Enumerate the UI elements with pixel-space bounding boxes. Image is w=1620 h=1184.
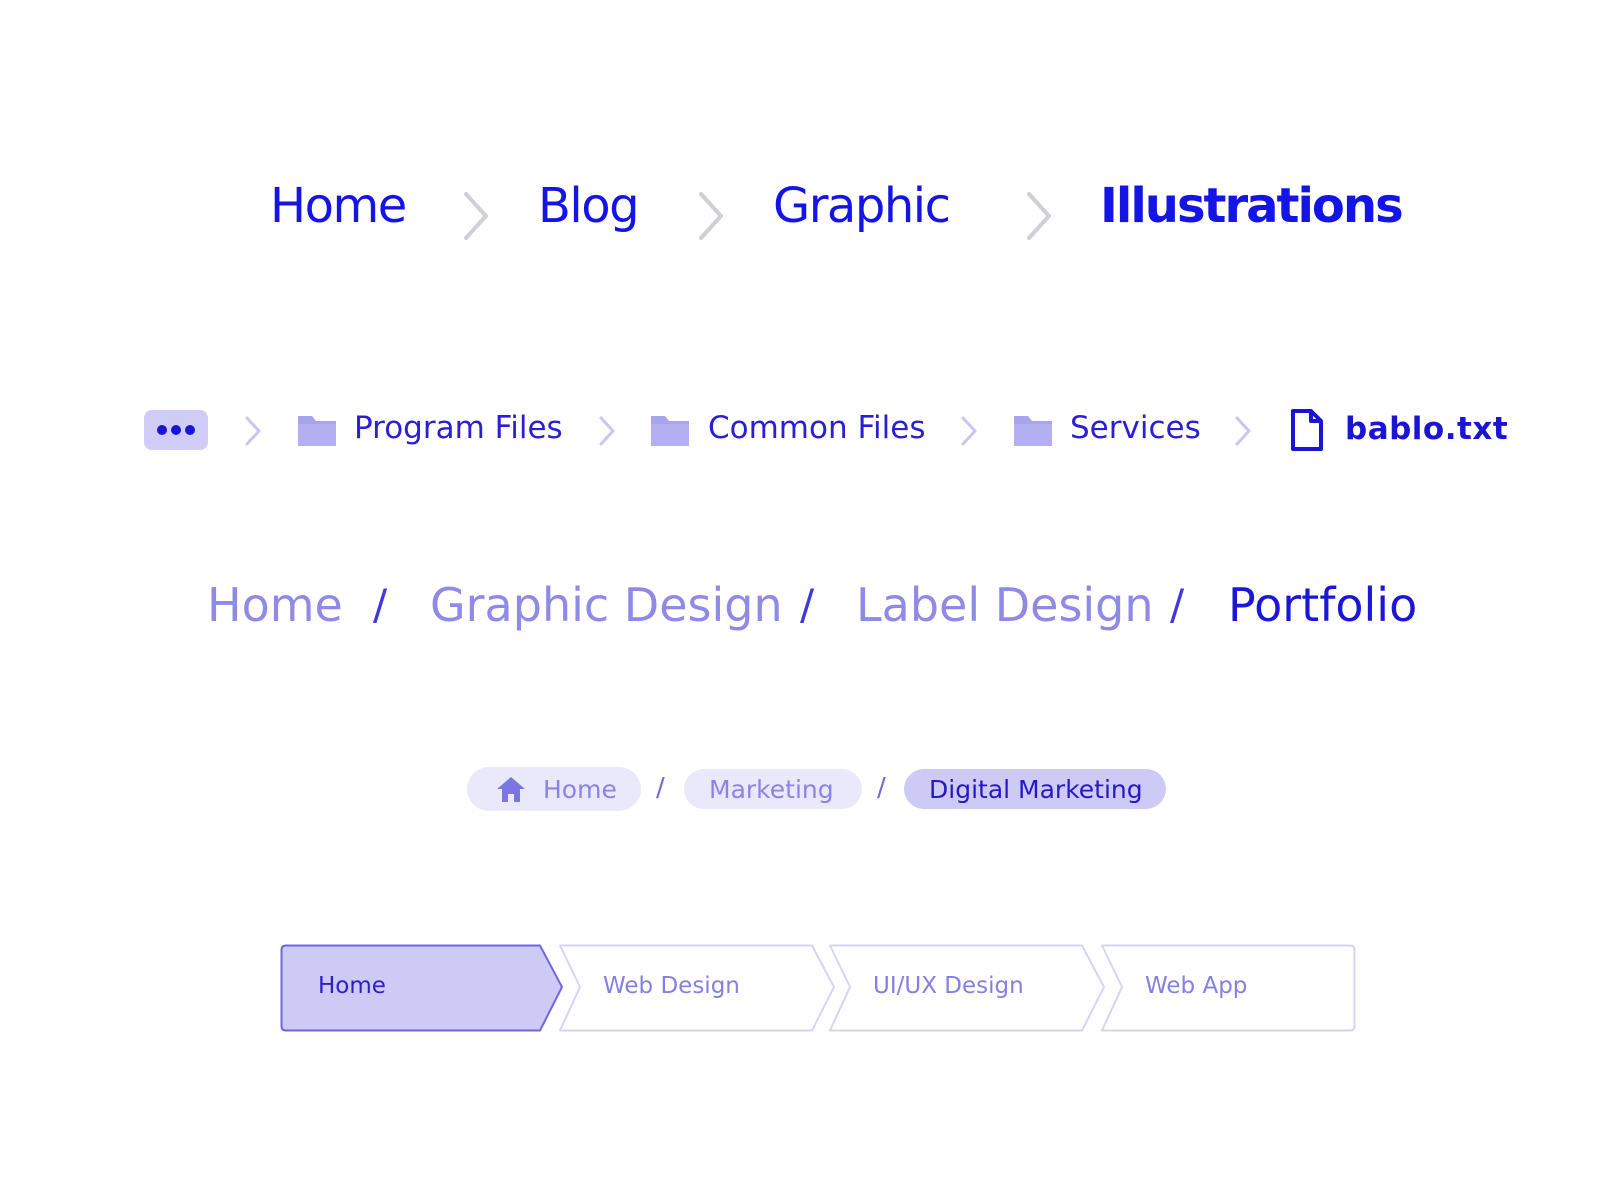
breadcrumb-item-home[interactable]: Home xyxy=(207,578,343,632)
chevron-right-icon xyxy=(1025,192,1053,240)
breadcrumb-item-label-design[interactable]: Label Design xyxy=(856,578,1154,632)
breadcrumb-item-home[interactable]: Home xyxy=(270,178,407,234)
breadcrumb-step-web-design[interactable]: Web Design xyxy=(556,944,838,1032)
breadcrumb-pill-label: Marketing xyxy=(709,774,834,804)
breadcrumb-pill-home[interactable]: Home xyxy=(467,767,641,811)
breadcrumb-item-bablo-txt: bablo.txt xyxy=(1345,411,1509,447)
breadcrumb-chevron: Home Blog Graphic Illustrations xyxy=(0,178,1620,248)
chevron-right-icon xyxy=(697,192,725,240)
breadcrumb-separator: / xyxy=(800,580,815,629)
breadcrumb-item-illustrations: Illustrations xyxy=(1100,178,1404,234)
breadcrumb-steps: Home Web Design UI/UX Design Web App xyxy=(0,944,1620,1034)
breadcrumb-step-label: Web App xyxy=(1145,973,1248,999)
breadcrumb-step-uiux-design[interactable]: UI/UX Design xyxy=(826,944,1108,1032)
breadcrumb-item-portfolio: Portfolio xyxy=(1228,578,1418,632)
breadcrumb-step-home[interactable]: Home xyxy=(280,944,564,1032)
breadcrumb-item-program-files[interactable]: Program Files xyxy=(354,410,563,446)
chevron-right-icon xyxy=(462,192,490,240)
breadcrumb-step-web-app[interactable]: Web App xyxy=(1098,944,1358,1032)
breadcrumb-step-label: UI/UX Design xyxy=(873,973,1024,999)
home-icon xyxy=(495,775,527,803)
breadcrumb-files: Program Files Common Files Services babl… xyxy=(0,406,1620,456)
breadcrumb-separator: / xyxy=(373,580,388,629)
breadcrumb-pill-digital-marketing: Digital Marketing xyxy=(904,769,1166,809)
folder-icon xyxy=(649,412,691,448)
breadcrumb-separator: / xyxy=(656,773,665,803)
chevron-right-icon xyxy=(244,416,262,446)
breadcrumb-item-blog[interactable]: Blog xyxy=(538,178,640,234)
chevron-right-icon xyxy=(598,416,616,446)
ellipsis-icon xyxy=(156,424,196,436)
breadcrumb-item-services[interactable]: Services xyxy=(1070,410,1201,446)
chevron-right-icon xyxy=(1234,416,1252,446)
breadcrumb-separator: / xyxy=(1170,580,1185,629)
folder-icon xyxy=(1012,412,1054,448)
breadcrumb-item-graphic-design[interactable]: Graphic Design xyxy=(430,578,783,632)
breadcrumb-pill-marketing[interactable]: Marketing xyxy=(684,769,862,809)
chevron-right-icon xyxy=(960,416,978,446)
more-button[interactable] xyxy=(144,410,208,450)
breadcrumb-step-label: Web Design xyxy=(603,973,740,999)
breadcrumb-slash: Home / Graphic Design / Label Design / P… xyxy=(0,578,1620,638)
breadcrumb-item-graphic[interactable]: Graphic xyxy=(773,178,951,234)
breadcrumb-pills: Home / Marketing / Digital Marketing xyxy=(0,767,1620,817)
folder-icon xyxy=(296,412,338,448)
file-icon xyxy=(1290,408,1324,452)
breadcrumb-item-common-files[interactable]: Common Files xyxy=(708,410,926,446)
breadcrumb-pill-label: Digital Marketing xyxy=(929,774,1143,804)
breadcrumb-step-label: Home xyxy=(318,973,386,999)
breadcrumb-separator: / xyxy=(877,773,886,803)
breadcrumb-pill-label: Home xyxy=(543,774,617,804)
